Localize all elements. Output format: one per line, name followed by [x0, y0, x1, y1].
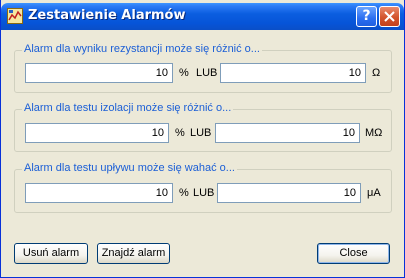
resistance-group-legend: Alarm dla wyniku rezystancji może się ró…: [22, 43, 262, 55]
remove-alarm-button[interactable]: Usuń alarm: [14, 243, 88, 264]
leakage-percent-unit: %: [179, 187, 189, 199]
close-icon: [384, 11, 395, 22]
insulation-percent-input[interactable]: 10: [25, 123, 169, 143]
window-title: Zestawienie Alarmów: [28, 8, 186, 23]
alarm-app-icon: [7, 8, 23, 24]
leakage-percent-input[interactable]: 10: [25, 183, 173, 203]
insulation-percent-unit: %: [175, 127, 185, 139]
title-bar[interactable]: Zestawienie Alarmów ?: [1, 3, 404, 30]
resistance-or-label: LUB: [196, 67, 218, 79]
leakage-absolute-input[interactable]: 10: [217, 183, 361, 203]
insulation-or-label: LUB: [190, 127, 212, 139]
insulation-group-legend: Alarm dla testu izolacji może się różnić…: [22, 102, 234, 114]
leakage-group-legend: Alarm dla testu upływu może się wahać o.…: [22, 162, 237, 174]
help-button[interactable]: ?: [356, 6, 377, 27]
resistance-absolute-input[interactable]: 10: [220, 63, 366, 83]
insulation-absolute-unit: MΩ: [365, 127, 383, 139]
resistance-percent-input[interactable]: 10: [25, 63, 173, 83]
resistance-absolute-unit: Ω: [372, 67, 381, 79]
close-button[interactable]: Close: [317, 243, 390, 264]
find-alarm-button[interactable]: Znajdź alarm: [97, 243, 170, 264]
resistance-percent-unit: %: [179, 67, 189, 79]
alarm-summary-dialog: Zestawienie Alarmów ? Alarm dla wyniku r…: [0, 0, 405, 278]
insulation-absolute-input[interactable]: 10: [215, 123, 360, 143]
leakage-or-label: LUB: [193, 187, 215, 199]
close-window-button[interactable]: [379, 6, 400, 27]
leakage-absolute-unit: μA: [367, 187, 381, 199]
